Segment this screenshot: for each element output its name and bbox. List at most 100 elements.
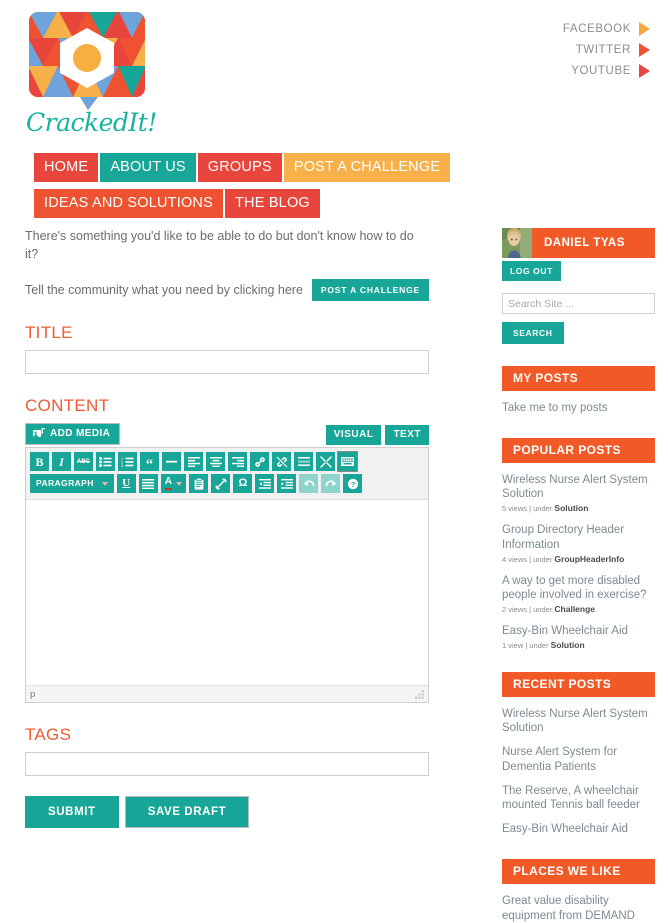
popular-post-title[interactable]: Easy-Bin Wheelchair Aid: [502, 624, 655, 639]
social-link-youtube[interactable]: YOUTUBE: [563, 64, 650, 78]
strikethrough-icon[interactable]: ABC: [74, 452, 93, 471]
view-count: 4 views: [502, 554, 528, 564]
intro-line-1: There's something you'd like to be able …: [25, 229, 414, 261]
meta-separator: | under: [523, 640, 551, 650]
content-editor-textarea[interactable]: [26, 500, 428, 685]
bold-icon[interactable]: B: [30, 452, 49, 471]
underline-icon[interactable]: U: [116, 474, 136, 493]
place-link[interactable]: Great value disability equipment from DE…: [502, 894, 655, 923]
tab-visual[interactable]: VISUAL: [325, 425, 382, 445]
user-display-name: DANIEL TYAS: [532, 228, 655, 258]
recent-post-title[interactable]: Wireless Nurse Alert System Solution: [502, 707, 655, 736]
align-center-icon[interactable]: [206, 452, 225, 471]
category-label: Solution: [554, 503, 589, 514]
list-item: Group Directory Header Information 4 vie…: [502, 523, 655, 563]
category-label: GroupHeaderInfo: [554, 553, 625, 564]
view-count: 5 views: [502, 504, 528, 514]
popular-post-meta: 1 view | under Solution: [502, 640, 655, 650]
horizontal-rule-icon[interactable]: [162, 452, 181, 471]
post-challenge-form: There's something you'd like to be able …: [25, 228, 429, 828]
recent-post-title[interactable]: The Reserve, A wheelchair mounted Tennis…: [502, 784, 655, 813]
paste-as-text-icon[interactable]: [189, 474, 209, 493]
recent-post-title[interactable]: Nurse Alert System for Dementia Patients: [502, 745, 655, 774]
site-header: CrackedIt! FACEBOOK TWITTER YOUTUBE: [0, 0, 668, 145]
social-link-facebook[interactable]: FACEBOOK: [563, 22, 650, 36]
insert-link-icon[interactable]: [250, 452, 269, 471]
popular-post-title[interactable]: Group Directory Header Information: [502, 523, 655, 552]
outdent-icon[interactable]: [255, 474, 275, 493]
nav-item-post-a-challenge[interactable]: POST A CHALLENGE: [283, 153, 451, 182]
site-logo[interactable]: CrackedIt!: [26, 10, 157, 138]
paragraph-format-select[interactable]: PARAGRAPH: [30, 474, 114, 493]
places-we-like-heading: PLACES WE LIKE: [502, 858, 655, 884]
intro-line-2: Tell the community what you need by clic…: [25, 283, 303, 297]
view-count: 1 view: [502, 640, 524, 650]
add-media-icon: [33, 428, 45, 437]
meta-separator: | under: [527, 504, 555, 514]
social-links: FACEBOOK TWITTER YOUTUBE: [563, 22, 650, 85]
editor-mode-tabs: VISUAL TEXT: [325, 425, 429, 445]
play-triangle-icon: [639, 22, 650, 36]
align-left-icon[interactable]: [184, 452, 203, 471]
fullscreen-icon[interactable]: [316, 452, 335, 471]
redo-icon[interactable]: [321, 474, 341, 493]
play-triangle-icon: [639, 43, 650, 57]
main-navigation: HOME ABOUT US GROUPS POST A CHALLENGE IDEAS …: [34, 153, 634, 225]
clear-formatting-icon[interactable]: [211, 474, 231, 493]
logo-wordmark: CrackedIt!: [26, 108, 157, 137]
search-button[interactable]: SEARCH: [502, 322, 564, 344]
nav-item-groups[interactable]: GROUPS: [197, 153, 282, 182]
save-draft-button[interactable]: SAVE DRAFT: [124, 796, 250, 828]
nav-item-about-us[interactable]: ABOUT US: [100, 153, 196, 182]
list-item: Wireless Nurse Alert System Solution 5 v…: [502, 473, 655, 513]
undo-icon[interactable]: [299, 474, 319, 493]
unlink-icon[interactable]: [272, 452, 291, 471]
indent-icon[interactable]: [277, 474, 297, 493]
social-label: TWITTER: [575, 44, 631, 56]
content-field-label: CONTENT: [25, 396, 110, 415]
popular-post-meta: 2 views | under Challenge: [502, 604, 655, 614]
editor-toolbar-row-1: B I ABC 123 “: [30, 452, 425, 472]
my-posts-link[interactable]: Take me to my posts: [502, 401, 655, 416]
category-label: Solution: [550, 639, 585, 650]
submit-button[interactable]: SUBMIT: [25, 796, 119, 828]
popular-post-title[interactable]: Wireless Nurse Alert System Solution: [502, 473, 655, 502]
title-field-label: TITLE: [25, 323, 73, 342]
toggle-toolbar-icon[interactable]: [338, 452, 357, 471]
tags-input[interactable]: [25, 752, 429, 776]
align-right-icon[interactable]: [228, 452, 247, 471]
title-input[interactable]: [25, 350, 429, 374]
inline-post-challenge-button[interactable]: POST A CHALLENGE: [311, 279, 429, 301]
recent-posts-heading: RECENT POSTS: [502, 671, 655, 697]
editor-toolbar-row-2: PARAGRAPH U A Ω ?: [30, 474, 425, 493]
keyboard-shortcuts-help-icon[interactable]: ?: [343, 474, 363, 493]
italic-icon[interactable]: I: [52, 452, 71, 471]
chevron-down-icon: [101, 481, 108, 486]
nav-item-the-blog[interactable]: THE BLOG: [224, 189, 320, 218]
tab-text[interactable]: TEXT: [385, 425, 429, 445]
text-color-icon[interactable]: A: [160, 474, 187, 493]
blockquote-icon[interactable]: “: [140, 452, 159, 472]
logout-button[interactable]: LOG OUT: [502, 261, 561, 281]
nav-item-home[interactable]: HOME: [34, 153, 99, 182]
popular-post-title[interactable]: A way to get more disabled people involv…: [502, 574, 655, 603]
numbered-list-icon[interactable]: 123: [118, 452, 137, 471]
view-count: 2 views: [502, 605, 528, 615]
read-more-tag-icon[interactable]: [294, 452, 313, 471]
popular-posts-heading: POPULAR POSTS: [502, 437, 655, 463]
justify-icon[interactable]: [138, 474, 158, 493]
popular-post-meta: 4 views | under GroupHeaderInfo: [502, 554, 655, 564]
nav-item-ideas-and-solutions[interactable]: IDEAS AND SOLUTIONS: [34, 189, 223, 218]
search-input[interactable]: [502, 293, 655, 314]
add-media-button[interactable]: ADD MEDIA: [25, 423, 121, 445]
mosaic-speech-bubble-logo: [28, 10, 146, 110]
popular-post-meta: 5 views | under Solution: [502, 503, 655, 513]
social-link-twitter[interactable]: TWITTER: [563, 43, 650, 57]
resize-handle-icon[interactable]: [415, 690, 424, 699]
special-character-icon[interactable]: Ω: [233, 474, 253, 493]
social-label: YOUTUBE: [571, 65, 631, 77]
recent-post-title[interactable]: Easy-Bin Wheelchair Aid: [502, 822, 655, 837]
bullet-list-icon[interactable]: [96, 452, 115, 471]
play-triangle-icon: [639, 64, 650, 78]
my-posts-heading: MY POSTS: [502, 366, 655, 391]
